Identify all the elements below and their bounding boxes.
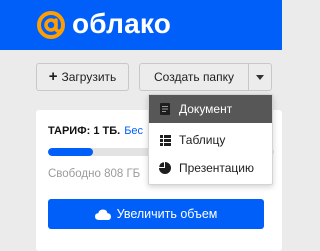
menu-item-presentation[interactable]: Презентацию <box>149 154 272 182</box>
logo[interactable]: облако <box>36 7 171 43</box>
create-folder-label: Создать папку <box>154 70 234 84</box>
create-dropdown-menu: Документ Таблицу Презентацию <box>148 94 273 185</box>
at-sign-icon <box>37 11 65 39</box>
menu-item-table[interactable]: Таблицу <box>149 126 272 154</box>
menu-item-label: Презентацию <box>179 161 254 175</box>
brand-name: облако <box>72 8 172 39</box>
document-icon <box>159 103 171 115</box>
storage-progress-fill <box>48 148 94 156</box>
create-menu-toggle[interactable] <box>248 63 272 91</box>
upload-label: Загрузить <box>61 70 117 84</box>
chevron-down-icon <box>256 74 264 80</box>
increase-storage-label: Увеличить объем <box>116 207 218 221</box>
free-space-text: Свободно 808 ГБ <box>48 168 141 180</box>
cloud-page: облако + Загрузить Создать папку ТАРИФ: … <box>0 0 282 251</box>
table-icon <box>159 134 171 146</box>
plus-icon: + <box>48 68 58 85</box>
create-folder-button[interactable]: Создать папку <box>139 63 249 91</box>
menu-item-document[interactable]: Документ <box>149 95 272 123</box>
menu-item-label: Таблицу <box>179 133 226 147</box>
menu-item-label: Документ <box>179 102 233 116</box>
upload-button[interactable]: + Загрузить <box>36 63 129 91</box>
cloud-icon <box>94 209 111 220</box>
increase-storage-button[interactable]: Увеличить объем <box>48 199 264 229</box>
tariff-link[interactable]: Бес <box>124 125 143 137</box>
presentation-icon <box>159 162 171 174</box>
header: облако <box>0 0 282 50</box>
tariff-line: ТАРИФ: 1 ТБ. Бес <box>48 125 143 137</box>
tariff-title: ТАРИФ: 1 ТБ. <box>48 125 121 137</box>
